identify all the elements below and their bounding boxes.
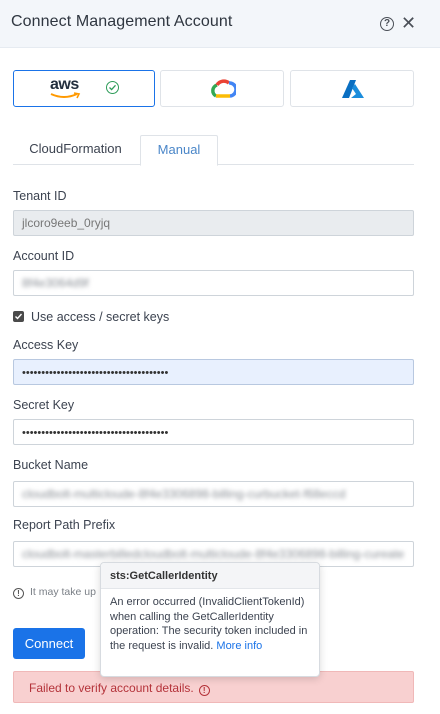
tooltip-body: An error occurred (InvalidClientTokenId)… — [110, 595, 315, 653]
error-message: Failed to verify account details.! — [29, 681, 210, 696]
dialog-header: Connect Management Account ? ✕ — [0, 0, 440, 48]
report-path-prefix-value: cloudbolt-masterbilledcloudbolt-multiclo… — [22, 547, 405, 561]
use-keys-checkbox[interactable] — [13, 311, 24, 322]
dialog-title: Connect Management Account — [11, 13, 233, 30]
bucket-name-field[interactable]: cloudbolt-multicloude-8f4e3306898-billin… — [13, 481, 414, 507]
bucket-name-value: cloudbolt-multicloude-8f4e3306898-billin… — [22, 487, 346, 501]
more-info-link[interactable]: More info — [216, 640, 262, 652]
method-tabs: CloudFormation Manual — [13, 135, 414, 166]
access-key-label: Access Key — [13, 338, 79, 352]
tab-cloudformation[interactable]: CloudFormation — [13, 135, 138, 165]
use-keys-label: Use access / secret keys — [31, 310, 170, 324]
tooltip-body-text: An error occurred (InvalidClientTokenId)… — [110, 596, 308, 652]
secret-key-field[interactable]: •••••••••••••••••••••••••••••••••••••• — [13, 419, 414, 445]
provider-gcp-card[interactable] — [160, 70, 284, 107]
secret-key-label: Secret Key — [13, 398, 75, 412]
provider-aws-card[interactable]: aws — [13, 70, 155, 107]
secret-key-value: •••••••••••••••••••••••••••••••••••••• — [22, 427, 169, 439]
access-key-field[interactable]: •••••••••••••••••••••••••••••••••••••• — [13, 359, 414, 385]
info-note: ! It may take up — [13, 586, 96, 599]
bucket-name-label: Bucket Name — [13, 458, 89, 472]
aws-smile-icon — [50, 92, 81, 99]
tab-manual[interactable]: Manual — [140, 135, 218, 166]
tenant-id-field: jlcoro9eeb_0ryjq — [13, 210, 414, 236]
error-tooltip: sts:GetCallerIdentity An error occurred … — [100, 562, 320, 677]
provider-azure-card[interactable] — [290, 70, 414, 107]
access-key-value: •••••••••••••••••••••••••••••••••••••• — [22, 367, 169, 379]
google-cloud-icon — [211, 79, 236, 98]
check-circle-icon — [106, 81, 119, 94]
account-id-field[interactable]: 8f4e3064d9f — [13, 270, 414, 296]
report-path-prefix-label: Report Path Prefix — [13, 518, 116, 532]
tooltip-title: sts:GetCallerIdentity — [101, 563, 319, 589]
account-id-label: Account ID — [13, 249, 75, 263]
tenant-id-label: Tenant ID — [13, 189, 67, 203]
error-text: Failed to verify account details. — [29, 681, 194, 695]
aws-logo-icon: aws — [50, 76, 82, 100]
close-icon[interactable]: ✕ — [401, 13, 416, 33]
info-circle-icon: ! — [13, 588, 24, 599]
connect-button[interactable]: Connect — [13, 628, 85, 659]
account-id-value: 8f4e3064d9f — [22, 276, 89, 290]
question-circle-icon[interactable]: ? — [380, 17, 394, 31]
info-circle-icon[interactable]: ! — [198, 685, 210, 696]
info-note-text: It may take up — [30, 586, 96, 598]
azure-icon — [342, 80, 364, 98]
